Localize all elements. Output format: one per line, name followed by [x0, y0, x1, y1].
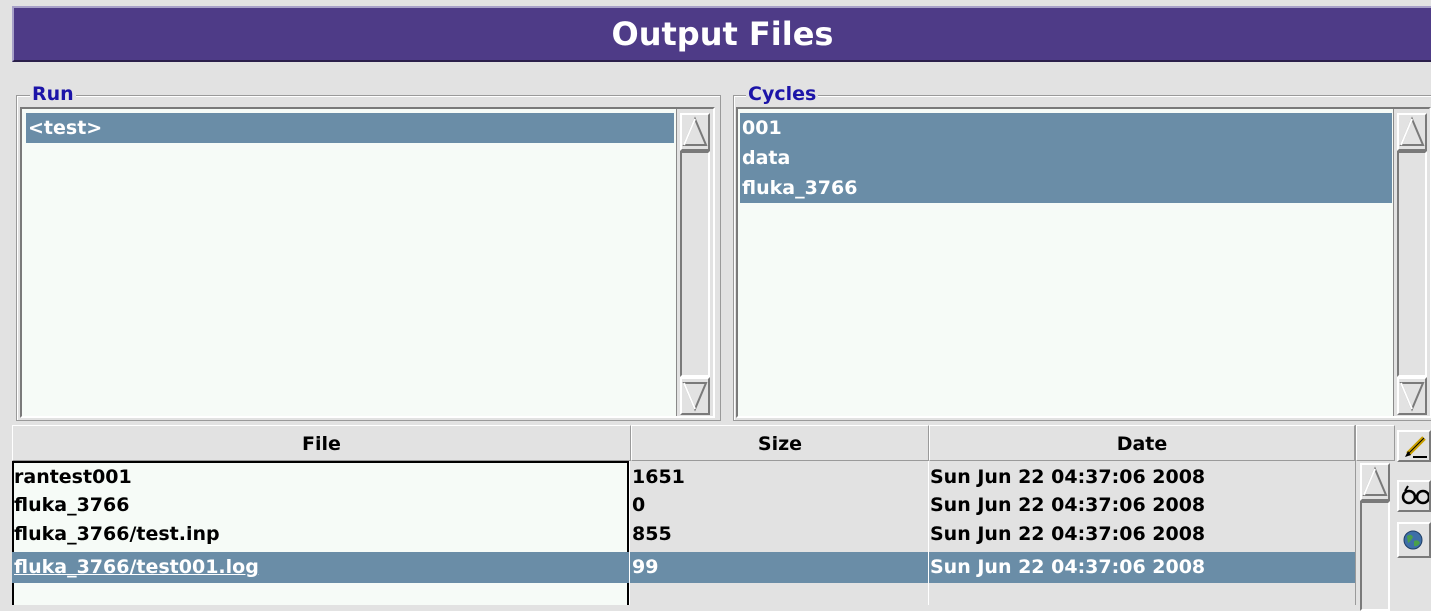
date-cell: Sun Jun 22 04:37:06 2008 [930, 494, 1206, 516]
scroll-down-button[interactable] [680, 377, 710, 415]
cycles-list-item[interactable]: fluka_3766 [740, 173, 1392, 203]
cycles-group-title: Cycles [746, 83, 819, 105]
window-title: Output Files [611, 15, 834, 53]
file-cell: fluka_3766 [14, 494, 130, 516]
scroll-track[interactable] [1360, 501, 1390, 611]
table-row[interactable]: fluka_3766/test.inp 855 Sun Jun 22 04:37… [12, 520, 1355, 548]
view-glasses-icon [1401, 485, 1429, 505]
column-divider [928, 461, 929, 605]
arrow-up-icon [682, 116, 708, 146]
file-cell: fluka_3766/test001.log [14, 556, 259, 578]
table-row-selected[interactable]: fluka_3766/test001.log 99 Sun Jun 22 04:… [12, 552, 1355, 583]
scroll-up-button[interactable] [1397, 113, 1427, 151]
size-cell: 99 [632, 556, 659, 578]
edit-pencil-icon [1405, 436, 1427, 458]
size-cell: 0 [632, 494, 646, 516]
edit-button[interactable] [1397, 430, 1431, 462]
file-cell: rantest001 [14, 466, 132, 488]
column-header-file[interactable]: File [12, 425, 631, 461]
window-title-bar: Output Files [12, 6, 1431, 62]
date-cell: Sun Jun 22 04:37:06 2008 [930, 466, 1206, 488]
cycles-list-item[interactable]: 001 [740, 113, 1392, 143]
column-header-date[interactable]: Date [929, 425, 1355, 461]
process-globe-icon [1403, 530, 1423, 550]
arrow-down-icon [1399, 382, 1425, 412]
arrow-down-icon [682, 382, 708, 412]
scroll-track[interactable] [1397, 151, 1427, 377]
cycles-list-scrollbar[interactable] [1393, 109, 1430, 416]
table-row[interactable]: rantest001 1651 Sun Jun 22 04:37:06 2008 [12, 463, 1355, 491]
file-cell: fluka_3766/test.inp [14, 523, 220, 545]
column-divider [629, 461, 630, 605]
cycles-list[interactable]: 001 data fluka_3766 [736, 107, 1431, 418]
cycles-list-item[interactable]: data [740, 143, 1392, 173]
arrow-up-icon [1362, 466, 1388, 496]
run-group-title: Run [30, 83, 76, 105]
date-cell: Sun Jun 22 04:37:06 2008 [930, 523, 1206, 545]
scroll-track[interactable] [680, 151, 710, 377]
process-button[interactable] [1397, 522, 1431, 558]
scroll-down-button[interactable] [1397, 377, 1427, 415]
scroll-up-button[interactable] [680, 113, 710, 151]
scroll-corner [1356, 425, 1395, 461]
date-cell: Sun Jun 22 04:37:06 2008 [930, 556, 1206, 578]
files-table-scrollbar[interactable] [1355, 425, 1395, 611]
size-cell: 1651 [632, 466, 685, 488]
scroll-up-button[interactable] [1360, 463, 1390, 501]
arrow-up-icon [1399, 116, 1425, 146]
view-button[interactable] [1397, 480, 1431, 512]
column-header-size[interactable]: Size [631, 425, 929, 461]
table-row[interactable]: fluka_3766 0 Sun Jun 22 04:37:06 2008 [12, 491, 1355, 519]
run-list[interactable]: <test> [20, 107, 715, 418]
run-list-item[interactable]: <test> [26, 113, 674, 143]
run-list-scrollbar[interactable] [676, 109, 713, 416]
size-cell: 855 [632, 523, 672, 545]
files-table: rantest001 1651 Sun Jun 22 04:37:06 2008… [12, 461, 1355, 605]
